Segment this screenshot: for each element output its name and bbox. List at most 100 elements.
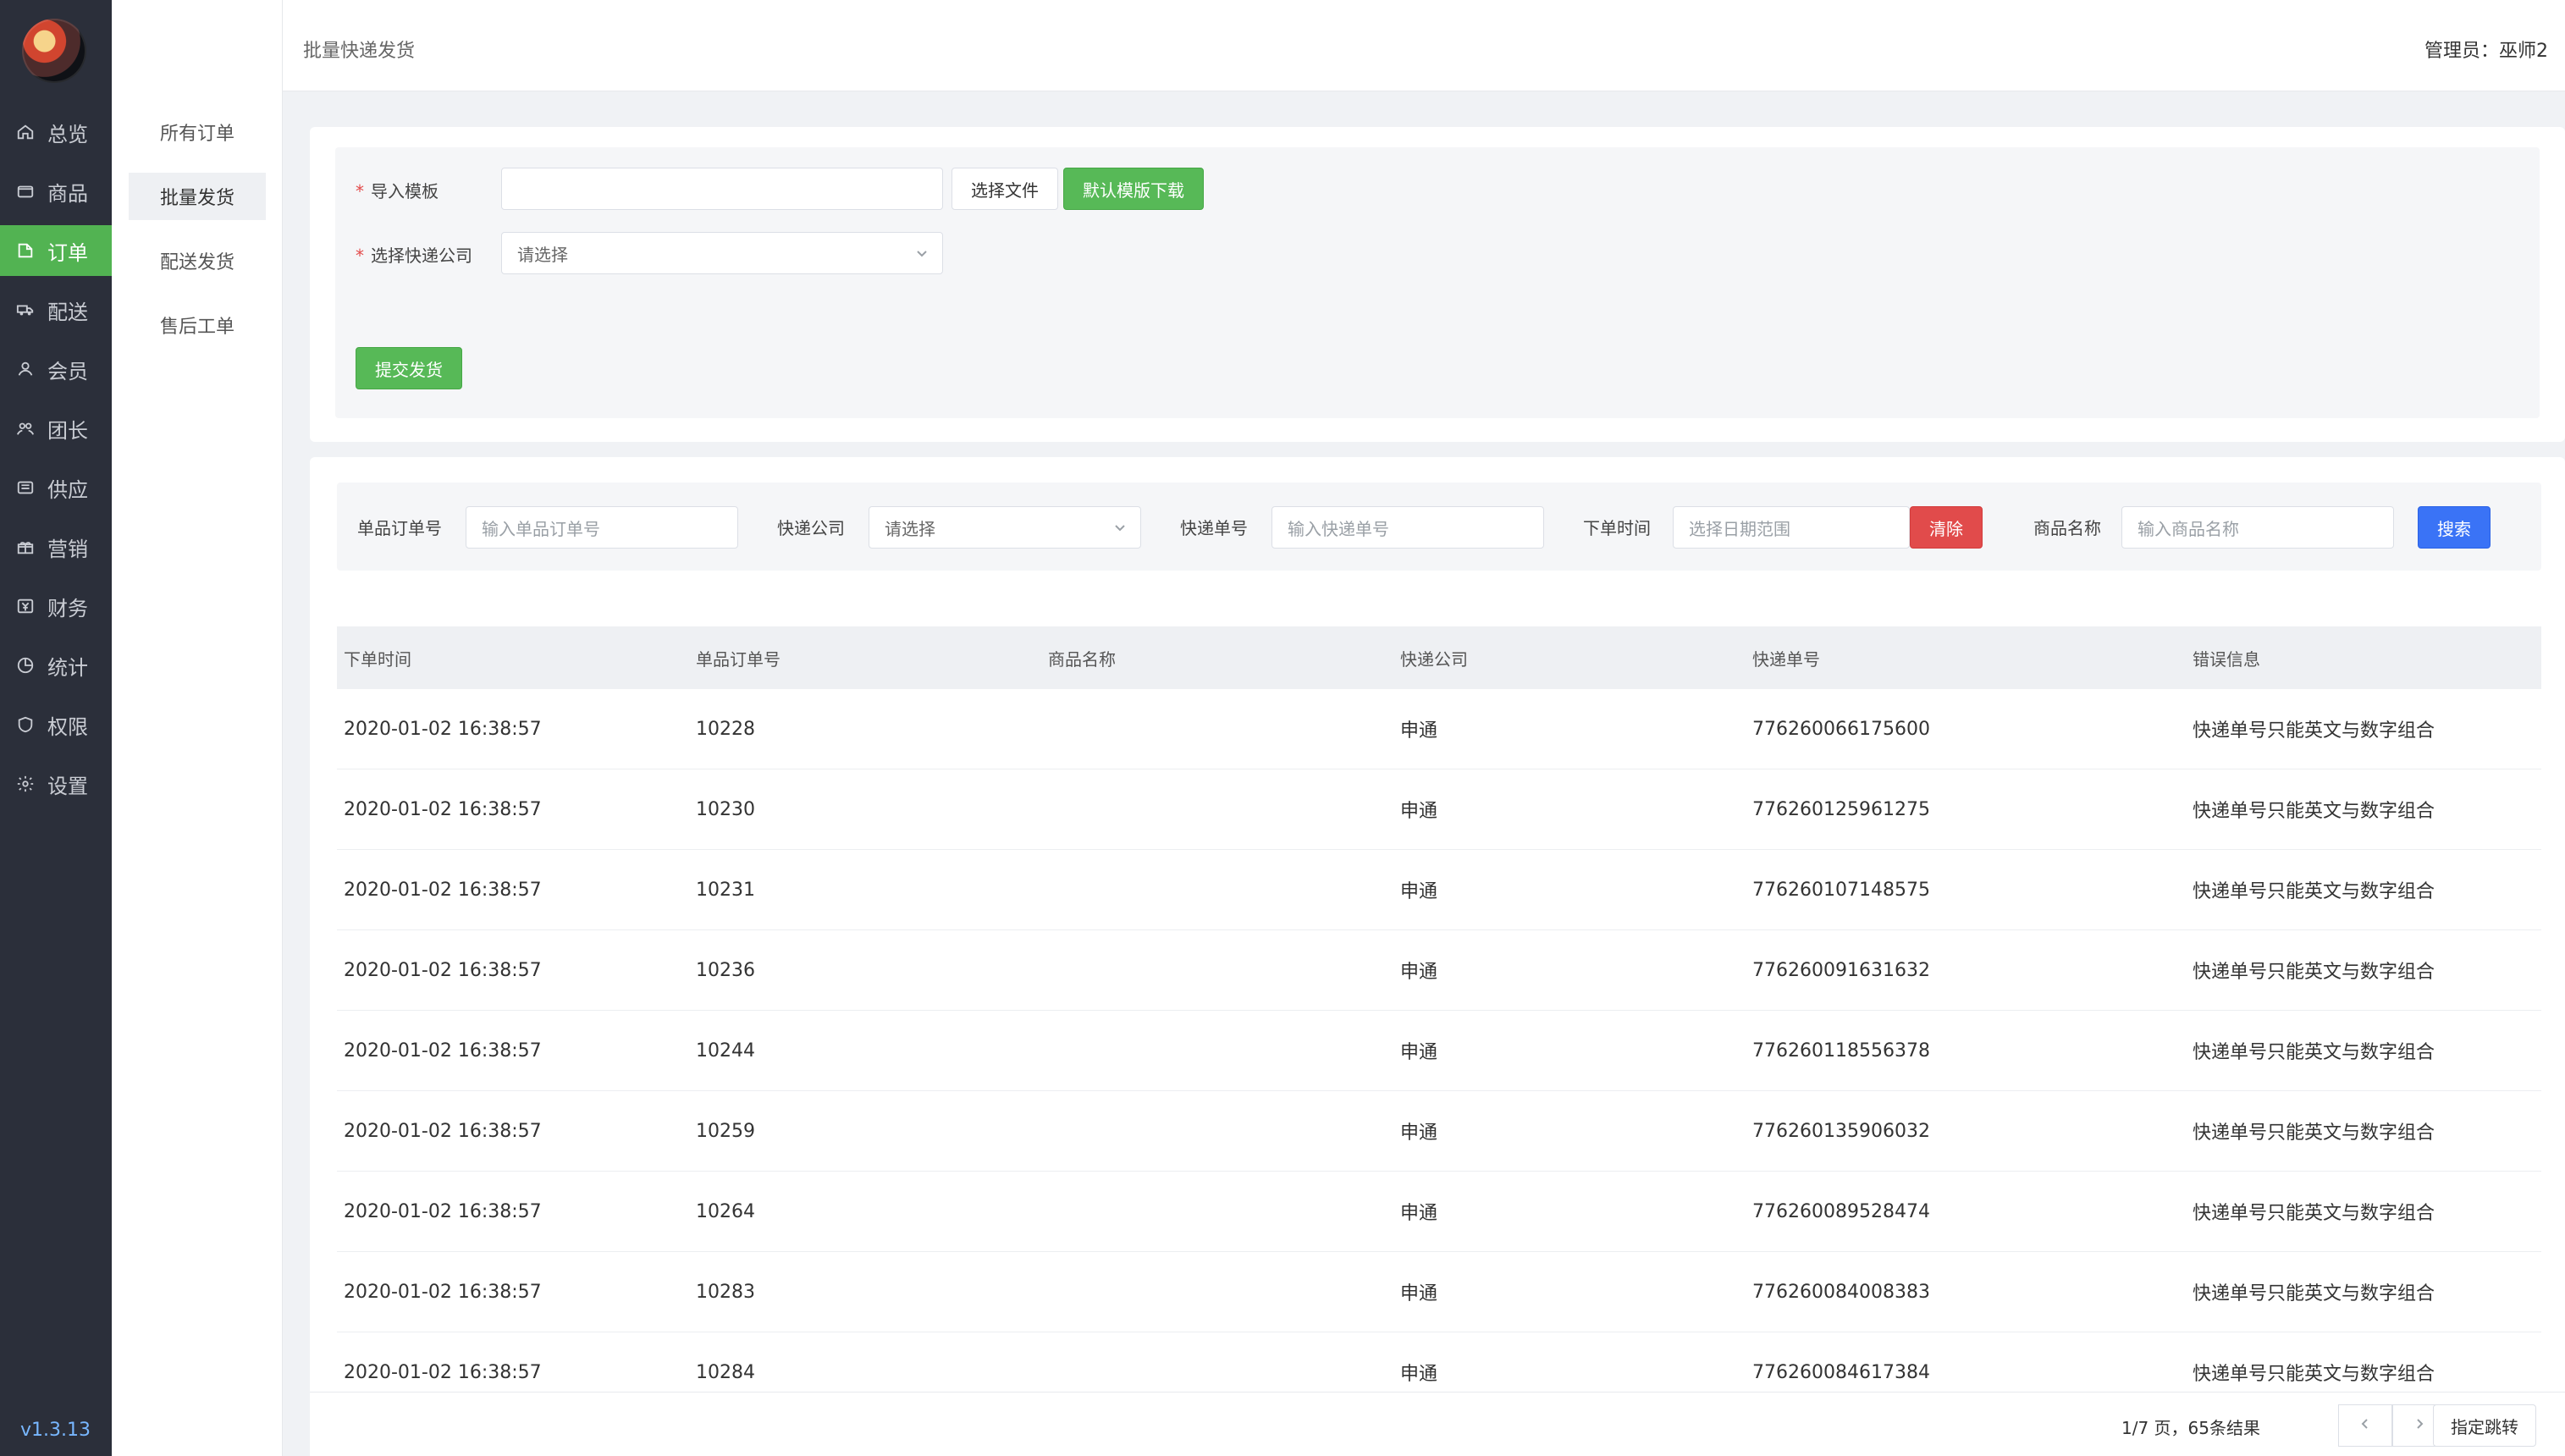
supply-icon bbox=[15, 477, 36, 498]
cell-single-order-no: 10283 bbox=[696, 1281, 755, 1303]
cell-order-time: 2020-01-02 16:38:57 bbox=[344, 718, 542, 740]
express-company-label: * 选择快递公司 bbox=[356, 245, 472, 266]
cell-express-company: 申通 bbox=[1400, 1364, 1438, 1385]
cell-error-message: 快递单号只能英文与数字组合 bbox=[2193, 801, 2435, 822]
table-row: 2020-01-02 16:38:57 10264 申通 77626008952… bbox=[337, 1172, 2541, 1252]
clear-button[interactable]: 清除 bbox=[1910, 506, 1983, 549]
nav-item-marketing[interactable]: 营销 bbox=[0, 521, 112, 572]
express-company-filter-label: 快递公司 bbox=[777, 518, 845, 538]
table-row: 2020-01-02 16:38:57 10283 申通 77626008400… bbox=[337, 1252, 2541, 1332]
cell-express-company: 申通 bbox=[1400, 801, 1438, 822]
upload-card: * 导入模板 选择文件 默认模版下载 * 选择快递公司 请选择 提交发货 bbox=[310, 127, 2565, 442]
chevron-down-icon bbox=[1113, 521, 1127, 534]
express-no-input[interactable]: 输入快递单号 bbox=[1271, 506, 1544, 549]
subnav-item-delivery-shipping[interactable]: 配送发货 bbox=[129, 237, 266, 284]
cell-single-order-no: 10230 bbox=[696, 798, 755, 820]
box-icon bbox=[15, 181, 36, 201]
team-icon bbox=[15, 418, 36, 438]
col-error-message: 错误信息 bbox=[2193, 648, 2260, 670]
table-row: 2020-01-02 16:38:57 10230 申通 77626012596… bbox=[337, 769, 2541, 850]
pagination-bar: 1/7 页，65条结果 指定跳转 bbox=[310, 1392, 2565, 1456]
cell-express-no: 776260125961275 bbox=[1752, 798, 1930, 820]
single-order-input[interactable]: 输入单品订单号 bbox=[466, 506, 738, 549]
subnav-item-batch-shipping[interactable]: 批量发货 bbox=[129, 173, 266, 220]
cell-express-company: 申通 bbox=[1400, 1283, 1438, 1304]
cell-express-no: 776260084008383 bbox=[1752, 1281, 1930, 1303]
pager-controls bbox=[2338, 1404, 2446, 1447]
subnav-item-after-sales[interactable]: 售后工单 bbox=[129, 301, 266, 349]
gift-icon bbox=[15, 537, 36, 557]
nav-item-settings[interactable]: 设置 bbox=[0, 758, 112, 809]
cell-error-message: 快递单号只能英文与数字组合 bbox=[2193, 1042, 2435, 1063]
nav-item-overview[interactable]: 总览 bbox=[0, 107, 112, 157]
nav-item-products[interactable]: 商品 bbox=[0, 166, 112, 217]
subnav-item-all-orders[interactable]: 所有订单 bbox=[129, 108, 266, 156]
nav-item-label: 设置 bbox=[47, 774, 88, 798]
express-company-filter-select[interactable]: 请选择 bbox=[869, 506, 1141, 549]
nav-item-label: 权限 bbox=[47, 714, 88, 739]
date-range-input[interactable]: 选择日期范围 bbox=[1673, 506, 1910, 549]
cell-order-time: 2020-01-02 16:38:57 bbox=[344, 1281, 542, 1303]
cell-order-time: 2020-01-02 16:38:57 bbox=[344, 798, 542, 820]
main-sidebar: 总览 商品 订单 配送 会员 团长 供应 营销 财务 统计 权限 设置 v1.3… bbox=[0, 0, 112, 1456]
main-nav: 总览 商品 订单 配送 会员 团长 供应 营销 财务 统计 权限 设置 bbox=[0, 107, 112, 818]
submit-shipping-button[interactable]: 提交发货 bbox=[356, 347, 462, 389]
cell-single-order-no: 10228 bbox=[696, 718, 755, 740]
page-summary: 1/7 页，65条结果 bbox=[2121, 1418, 2260, 1438]
cell-single-order-no: 10284 bbox=[696, 1361, 755, 1383]
nav-item-leaders[interactable]: 团长 bbox=[0, 403, 112, 454]
nav-item-finance[interactable]: 财务 bbox=[0, 581, 112, 631]
cell-express-company: 申通 bbox=[1400, 962, 1438, 983]
cell-order-time: 2020-01-02 16:38:57 bbox=[344, 879, 542, 901]
result-table: 下单时间 单品订单号 商品名称 快递公司 快递单号 错误信息 2020-01-0… bbox=[337, 626, 2541, 1413]
nav-item-members[interactable]: 会员 bbox=[0, 344, 112, 394]
col-order-time: 下单时间 bbox=[344, 648, 411, 670]
express-company-select[interactable]: 请选择 bbox=[501, 232, 943, 274]
top-header: 批量快递发货 管理员：巫师2 bbox=[283, 0, 2565, 91]
select-value: 请选择 bbox=[885, 518, 935, 539]
user-info: 管理员：巫师2 bbox=[2424, 41, 2548, 62]
cell-order-time: 2020-01-02 16:38:57 bbox=[344, 1200, 542, 1222]
cell-order-time: 2020-01-02 16:38:57 bbox=[344, 1361, 542, 1383]
table-row: 2020-01-02 16:38:57 10236 申通 77626009163… bbox=[337, 930, 2541, 1011]
template-label: * 导入模板 bbox=[356, 181, 439, 201]
cell-express-no: 776260135906032 bbox=[1752, 1120, 1930, 1142]
gear-icon bbox=[15, 774, 36, 794]
app-logo bbox=[22, 19, 86, 83]
file-path-input[interactable] bbox=[501, 168, 943, 210]
required-mark: * bbox=[356, 245, 364, 266]
nav-item-supply[interactable]: 供应 bbox=[0, 462, 112, 513]
nav-item-label: 总览 bbox=[47, 122, 88, 146]
nav-item-label: 商品 bbox=[47, 181, 88, 206]
cell-express-company: 申通 bbox=[1400, 881, 1438, 902]
select-value: 请选择 bbox=[517, 244, 568, 265]
chevron-left-icon bbox=[2358, 1417, 2372, 1434]
nav-item-stats[interactable]: 统计 bbox=[0, 640, 112, 691]
order-date-label: 下单时间 bbox=[1583, 518, 1651, 538]
cell-error-message: 快递单号只能英文与数字组合 bbox=[2193, 720, 2435, 742]
jump-to-page-button[interactable]: 指定跳转 bbox=[2433, 1404, 2536, 1447]
col-product-name: 商品名称 bbox=[1048, 648, 1116, 670]
download-template-button[interactable]: 默认模版下载 bbox=[1063, 168, 1204, 210]
user-icon bbox=[15, 359, 36, 379]
breadcrumb: 批量快递发货 bbox=[303, 41, 416, 62]
chevron-down-icon bbox=[915, 246, 929, 260]
table-row: 2020-01-02 16:38:57 10244 申通 77626011855… bbox=[337, 1011, 2541, 1091]
prev-page-button[interactable] bbox=[2338, 1404, 2392, 1447]
nav-item-label: 统计 bbox=[47, 655, 88, 680]
list-card: 单品订单号 输入单品订单号 快递公司 请选择 快递单号 输入快递单号 下单时间 … bbox=[310, 457, 2565, 1456]
search-button[interactable]: 搜索 bbox=[2418, 506, 2491, 549]
nav-item-orders[interactable]: 订单 bbox=[0, 225, 112, 276]
cell-error-message: 快递单号只能英文与数字组合 bbox=[2193, 1364, 2435, 1385]
cell-express-company: 申通 bbox=[1400, 720, 1438, 742]
nav-item-label: 配送 bbox=[47, 300, 88, 324]
cell-single-order-no: 10244 bbox=[696, 1040, 755, 1062]
cell-order-time: 2020-01-02 16:38:57 bbox=[344, 959, 542, 981]
shield-icon bbox=[15, 714, 36, 735]
nav-item-delivery[interactable]: 配送 bbox=[0, 284, 112, 335]
product-name-input[interactable]: 输入商品名称 bbox=[2121, 506, 2394, 549]
secondary-sidebar: 所有订单 批量发货 配送发货 售后工单 bbox=[112, 0, 283, 1456]
nav-item-permission[interactable]: 权限 bbox=[0, 699, 112, 750]
choose-file-button[interactable]: 选择文件 bbox=[952, 168, 1058, 210]
required-mark: * bbox=[356, 181, 364, 201]
